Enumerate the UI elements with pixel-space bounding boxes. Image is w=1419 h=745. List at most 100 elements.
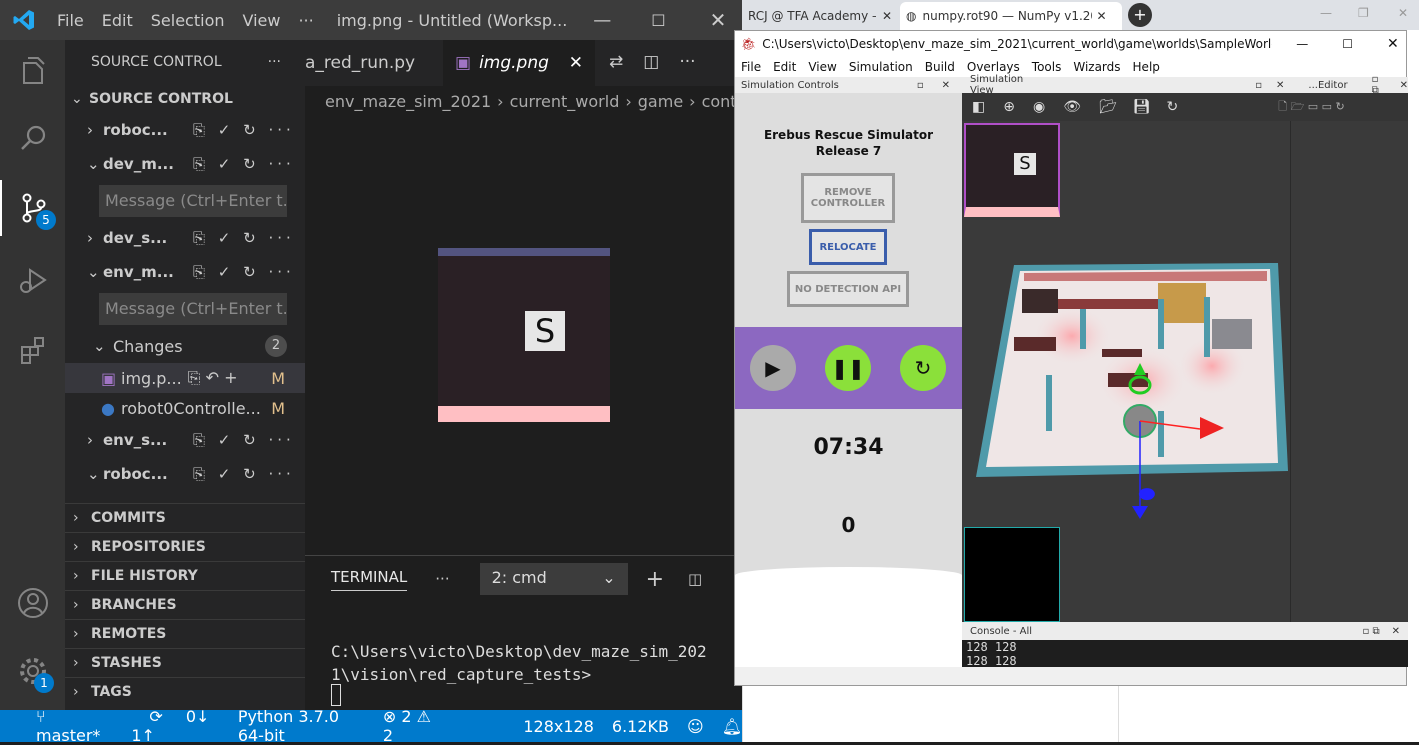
repo-row[interactable]: ⌄ dev_m... ⎘ ✓ ↻ ··· — [65, 147, 305, 181]
remove-controller-button[interactable]: REMOVE CONTROLLER — [801, 173, 895, 223]
problems-status[interactable]: ⊗ 2 ⚠ 2 — [383, 707, 436, 745]
pause-button[interactable]: ❚❚ — [825, 345, 871, 391]
feedback-icon[interactable]: ☺ — [687, 717, 704, 736]
panel-close-icon[interactable]: ✕ — [1400, 80, 1408, 91]
repo-actions[interactable]: ⎘ ✓ ↻ ··· — [193, 229, 295, 247]
toggle-scene-tree-icon[interactable]: ◧ — [972, 99, 985, 115]
menu-edit[interactable]: Edit — [93, 11, 142, 30]
split-editor-icon[interactable]: ◫ — [643, 52, 659, 86]
section-commits[interactable]: › COMMITS — [65, 503, 305, 532]
split-terminal-icon[interactable]: ◫ — [688, 570, 702, 588]
repo-row[interactable]: ⌄ roboc... ⎘ ✓ ↻ ··· — [65, 457, 305, 491]
relocate-button[interactable]: RELOCATE — [809, 229, 887, 265]
webots-menu-tools[interactable]: Tools — [1026, 60, 1068, 74]
close-tab-icon[interactable]: ✕ — [569, 53, 583, 73]
changed-file-item[interactable]: ▣ img.p... ⎘ ↶ + M — [65, 363, 305, 393]
section-remotes[interactable]: › REMOTES — [65, 619, 305, 648]
terminal-select[interactable]: 2: cmd ⌄ — [479, 563, 628, 595]
webots-minimize-button[interactable]: — — [1296, 37, 1308, 51]
viewpoint-icon[interactable]: ◉ — [1033, 99, 1045, 115]
webots-menu-view[interactable]: View — [802, 60, 842, 74]
webots-close-button[interactable]: ✕ — [1387, 36, 1399, 52]
browser-minimize-button[interactable]: — — [1320, 6, 1332, 20]
repo-actions[interactable]: ⎘ ✓ ↻ ··· — [193, 263, 295, 281]
minimize-button[interactable]: — — [593, 10, 611, 31]
explorer-icon[interactable] — [0, 42, 65, 98]
sidebar-more-button[interactable]: ··· — [268, 54, 281, 70]
new-tab-button[interactable]: + — [1128, 3, 1152, 27]
panel-close-icon[interactable]: ✕ — [942, 80, 950, 91]
close-tab-icon[interactable]: ✕ — [1096, 9, 1106, 23]
commit-message-input[interactable]: Message (Ctrl+Enter t... — [99, 293, 287, 325]
tab-img-png[interactable]: ▣ img.png ✕ — [443, 40, 595, 86]
changed-file-item[interactable]: ● robot0Controlle... M — [65, 393, 305, 423]
panel-close-icon[interactable]: ✕ — [1392, 626, 1400, 637]
tab-red-run[interactable]: a_red_run.py — [305, 40, 443, 86]
save-world-icon[interactable]: 💾︎ — [1133, 99, 1151, 115]
panel-close-icon[interactable]: ✕ — [1276, 80, 1284, 91]
branch-status[interactable]: ⑂ master* — [18, 707, 113, 745]
browser-tab-active[interactable]: ◍ numpy.rot90 — NumPy v1.20 Ma ✕ — [900, 2, 1122, 30]
python-interpreter[interactable]: Python 3.7.0 64-bit — [238, 707, 365, 745]
panel-float-icon[interactable]: ▫ — [1255, 80, 1262, 91]
webots-menu-simulation[interactable]: Simulation — [843, 60, 919, 74]
eye-icon[interactable]: 👁︎ — [1063, 99, 1081, 115]
repo-row[interactable]: › roboc... ⎘ ✓ ↻ ··· — [65, 113, 305, 147]
commit-message-input[interactable]: Message (Ctrl+Enter t... — [99, 185, 287, 217]
changes-group[interactable]: ⌄ Changes 2 — [65, 329, 305, 363]
repo-actions[interactable]: ⎘ ✓ ↻ ··· — [193, 431, 295, 449]
reload-world-icon[interactable]: ↻ — [1167, 99, 1179, 115]
repo-row[interactable]: › env_s... ⎘ ✓ ↻ ··· — [65, 423, 305, 457]
open-world-icon[interactable]: 📂︎ — [1099, 99, 1117, 115]
repo-actions[interactable]: ⎘ ✓ ↻ ··· — [193, 465, 295, 483]
maximize-button[interactable]: ☐ — [651, 11, 665, 30]
search-icon[interactable] — [0, 110, 65, 166]
settings-gear-icon[interactable]: 1 — [0, 643, 65, 699]
breadcrumb-item[interactable]: current_world — [510, 92, 620, 111]
menu-view[interactable]: View — [234, 11, 290, 30]
menu-file[interactable]: File — [48, 11, 93, 30]
webots-menu-help[interactable]: Help — [1127, 60, 1166, 74]
reset-button[interactable]: ↻ — [900, 345, 946, 391]
browser-close-button[interactable]: ✕ — [1398, 6, 1408, 20]
breadcrumb-item[interactable]: env_maze_sim_2021 — [325, 92, 491, 111]
terminal-tab[interactable]: TERMINAL — [331, 568, 408, 591]
close-tab-icon[interactable]: ✕ — [882, 9, 892, 23]
terminal-output[interactable]: C:\Users\victo\Desktop\dev_maze_sim_202 … — [305, 602, 742, 686]
webots-maximize-button[interactable]: ☐ — [1342, 37, 1353, 51]
section-file-history[interactable]: › FILE HISTORY — [65, 561, 305, 590]
run-debug-icon[interactable] — [0, 252, 65, 308]
open-changes-icon[interactable]: ⇄ — [609, 52, 623, 86]
panel-float-icon[interactable]: ▫ ⧉ — [1372, 74, 1388, 96]
repo-row[interactable]: ⌄ env_m... ⎘ ✓ ↻ ··· — [65, 255, 305, 289]
browser-maximize-button[interactable]: ❐ — [1358, 6, 1369, 20]
repo-actions[interactable]: ⎘ ✓ ↻ ··· — [193, 155, 295, 173]
new-terminal-icon[interactable]: + — [646, 567, 664, 592]
file-actions[interactable]: ⎘ ↶ + — [188, 368, 238, 388]
webots-menu-edit[interactable]: Edit — [767, 60, 802, 74]
browser-tab[interactable]: RCJ @ TFA Academy — W ✕ — [742, 2, 898, 30]
extensions-icon[interactable] — [0, 322, 65, 378]
editor-more-button[interactable]: ··· — [679, 52, 695, 86]
panel-float-icon[interactable]: ▫ ⧉ — [1363, 626, 1380, 637]
sync-status[interactable]: ⟳ 0↓ 1↑ — [131, 707, 219, 745]
webots-menu-wizards[interactable]: Wizards — [1067, 60, 1126, 74]
breadcrumb-item[interactable]: game — [638, 92, 683, 111]
close-button[interactable]: ✕ — [710, 8, 727, 32]
account-icon[interactable] — [0, 575, 65, 631]
section-stashes[interactable]: › STASHES — [65, 648, 305, 677]
panel-float-icon[interactable]: ▫ — [917, 80, 924, 91]
webots-menu-file[interactable]: File — [735, 60, 767, 74]
repo-row[interactable]: › dev_s... ⎘ ✓ ↻ ··· — [65, 221, 305, 255]
play-button[interactable]: ▶ — [750, 345, 796, 391]
no-detection-api-button[interactable]: NO DETECTION API — [787, 271, 909, 307]
repo-actions[interactable]: ⎘ ✓ ↻ ··· — [193, 121, 295, 139]
section-branches[interactable]: › BRANCHES — [65, 590, 305, 619]
source-control-icon[interactable]: 5 — [0, 180, 65, 236]
notifications-bell-icon[interactable]: 🔔︎ — [722, 717, 742, 736]
terminal-more-button[interactable]: ··· — [435, 570, 449, 588]
add-node-icon[interactable]: ⊕ — [1003, 99, 1015, 115]
section-repositories[interactable]: › REPOSITORIES — [65, 532, 305, 561]
source-control-section[interactable]: ⌄ SOURCE CONTROL — [65, 84, 305, 113]
menu-selection[interactable]: Selection — [142, 11, 234, 30]
